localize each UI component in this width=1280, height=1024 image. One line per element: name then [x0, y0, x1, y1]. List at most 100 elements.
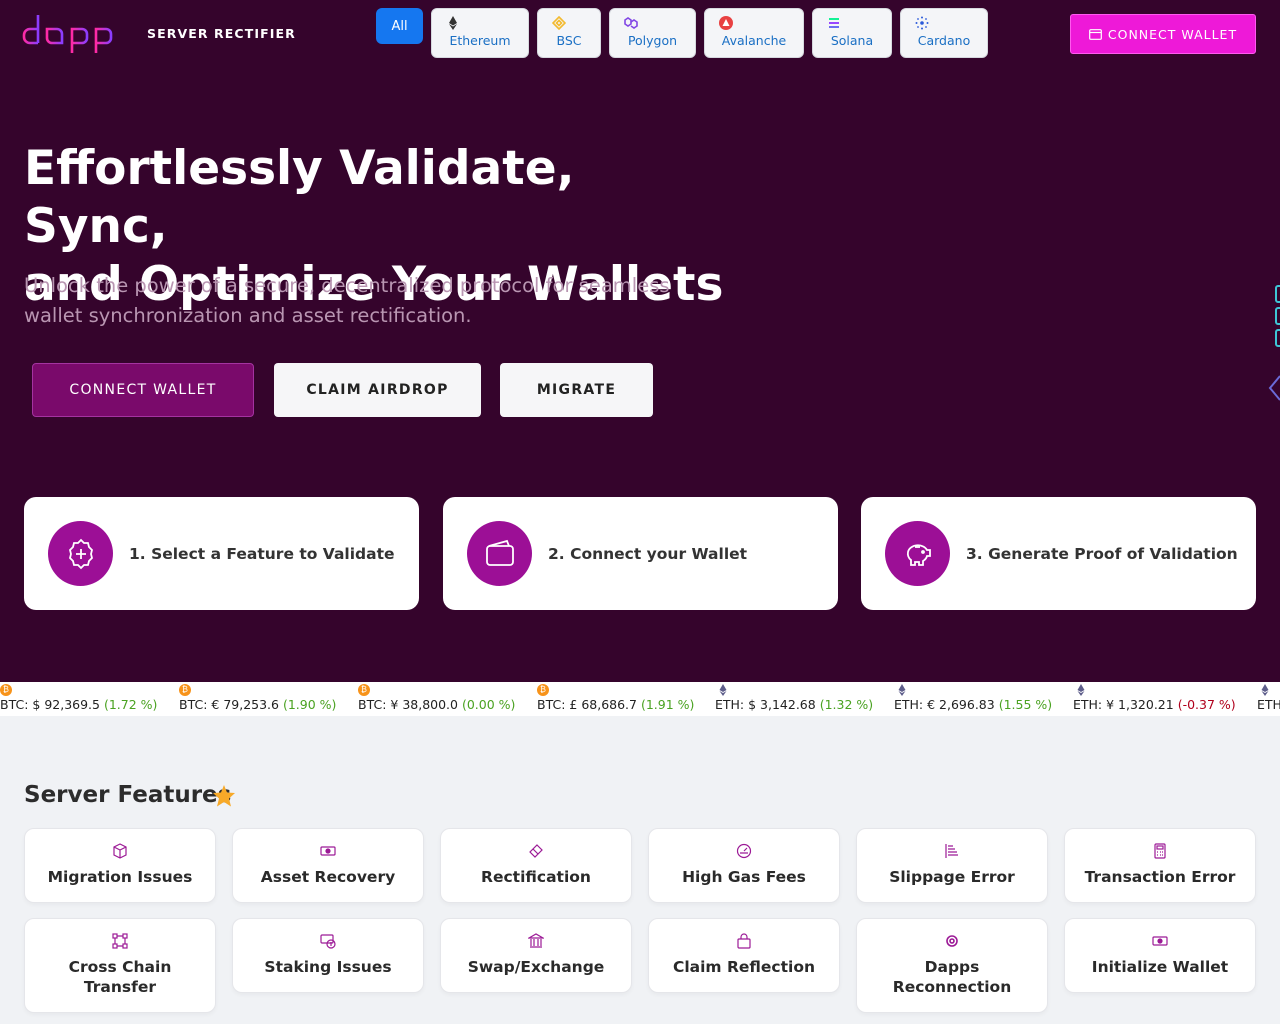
cash-icon [320, 846, 336, 856]
ethereum-icon [719, 684, 727, 696]
piggy-bank-icon [885, 521, 950, 586]
feature-rectification[interactable]: Rectification [440, 828, 632, 903]
ticker-text: BTC: € 79,253.6 [179, 697, 283, 712]
ticker-change: (-0.37 %) [1177, 697, 1236, 712]
polygon-icon [624, 17, 638, 29]
chain-tab-polygon[interactable]: Polygon [609, 8, 696, 58]
hero-section: SERVER RECTIFIER All Ethereum BSC Polygo… [0, 0, 1280, 682]
chain-tab-bsc[interactable]: BSC [537, 8, 601, 58]
bank-icon [528, 933, 544, 948]
box-icon [113, 843, 127, 859]
feature-label: Cross Chain Transfer [68, 958, 172, 996]
features-title: Server Features [24, 782, 232, 808]
bitcoin-icon: ₿ [537, 684, 549, 696]
feature-claim-reflection[interactable]: Claim Reflection [648, 918, 840, 993]
step-card-connect-wallet: 2. Connect your Wallet [443, 497, 838, 610]
brand-subtitle: SERVER RECTIFIER [147, 26, 296, 41]
hero-connect-wallet-button[interactable]: CONNECT WALLET [32, 363, 254, 417]
decorative-edge-graphic [1268, 285, 1280, 401]
speedometer-icon [736, 843, 752, 859]
ticker-change: (1.72 %) [103, 697, 158, 712]
feature-high-gas-fees[interactable]: High Gas Fees [648, 828, 840, 903]
step-card-generate-proof: 3. Generate Proof of Validation [861, 497, 1256, 610]
feature-dapps-reconnection[interactable]: Dapps Reconnection [856, 918, 1048, 1013]
ticker-change: (1.90 %) [282, 697, 337, 712]
star-icon [213, 785, 235, 807]
chain-tab-label: Avalanche [721, 33, 787, 48]
wallet-icon [1088, 28, 1102, 40]
wallet-icon [467, 521, 532, 586]
chain-tab-label: Ethereum [449, 33, 511, 48]
ticker-change: (1.32 %) [819, 697, 874, 712]
ethereum-icon [449, 16, 457, 30]
feature-label: Slippage Error [889, 868, 1015, 886]
ticker-text: ETH: € 2,696.83 [894, 697, 999, 712]
ticker-text: ETH: $ 3,142.68 [715, 697, 820, 712]
bag-icon [737, 933, 751, 949]
claim-airdrop-button[interactable]: CLAIM AIRDROP [274, 363, 481, 417]
ticker-text: BTC: £ 68,686.7 [537, 697, 641, 712]
gear-plus-icon [48, 521, 113, 586]
feature-initialize-wallet[interactable]: Initialize Wallet [1064, 918, 1256, 993]
feature-label: Rectification [481, 868, 591, 886]
bitcoin-icon: ₿ [179, 684, 191, 696]
chain-tab-all[interactable]: All [376, 8, 423, 44]
feature-migration-issues[interactable]: Migration Issues [24, 828, 216, 903]
step-label: 1. Select a Feature to Validate [129, 544, 395, 563]
avalanche-icon [719, 16, 733, 30]
chain-filter-tabs: All Ethereum BSC Polygon Avalanche Solan… [376, 8, 996, 58]
feature-swap-exchange[interactable]: Swap/Exchange [440, 918, 632, 993]
cardano-icon [915, 16, 929, 30]
hero-subtitle: Unlock the power of a secure, decentrali… [24, 274, 670, 327]
feature-label: Claim Reflection [672, 958, 816, 976]
feature-staking-issues[interactable]: Staking Issues [232, 918, 424, 993]
ticker-change: (0.00 %) [461, 697, 516, 712]
ticker-change: (1.55 %) [998, 697, 1053, 712]
price-ticker: ₿ BTC: $ 92,369.5 (1.72 %) ₿ BTC: € 79,2… [0, 682, 1280, 716]
bitcoin-icon: ₿ [358, 684, 370, 696]
calculator-icon [1154, 843, 1166, 859]
step-card-select-feature: 1. Select a Feature to Validate [24, 497, 419, 610]
step-label: 2. Connect your Wallet [548, 544, 748, 563]
feature-label: Swap/Exchange [467, 958, 605, 976]
chain-tab-cardano[interactable]: Cardano [900, 8, 988, 58]
ticker-text: ETH: ¥ 1,320.21 [1073, 697, 1178, 712]
header-connect-wallet-button[interactable]: CONNECT WALLET [1070, 14, 1256, 54]
chain-tab-label: Solana [830, 33, 874, 48]
nodes-icon [112, 933, 128, 949]
chain-tab-avalanche[interactable]: Avalanche [704, 8, 804, 58]
ticker-text: ETH [1257, 697, 1280, 712]
button-label: CONNECT WALLET [69, 382, 217, 398]
dapp-logo[interactable] [22, 12, 116, 56]
ticker-text: BTC: $ 92,369.5 [0, 697, 104, 712]
feature-label: High Gas Fees [682, 868, 806, 886]
eraser-icon [529, 844, 543, 858]
chain-tab-label: Cardano [917, 33, 971, 48]
coins-icon [320, 934, 336, 949]
feature-label: Dapps Reconnection [892, 958, 1012, 996]
chain-tab-label: All [391, 18, 408, 34]
connect-wallet-label: CONNECT WALLET [1107, 26, 1238, 42]
feature-asset-recovery[interactable]: Asset Recovery [232, 828, 424, 903]
ethereum-icon [898, 684, 906, 696]
feature-label: Transaction Error [1084, 868, 1236, 886]
hero-title-line-1: Effortlessly Validate, Sync, [24, 141, 575, 254]
feature-label: Migration Issues [47, 868, 193, 886]
chain-tab-label: BSC [556, 33, 582, 48]
feature-slippage-error[interactable]: Slippage Error [856, 828, 1048, 903]
migrate-button[interactable]: MIGRATE [500, 363, 653, 417]
feature-label: Asset Recovery [260, 868, 396, 886]
ticker-change: (1.91 %) [640, 697, 695, 712]
button-label: MIGRATE [536, 382, 617, 398]
feature-label: Initialize Wallet [1091, 958, 1229, 976]
chain-tab-ethereum[interactable]: Ethereum [431, 8, 529, 58]
button-label: CLAIM AIRDROP [306, 382, 449, 398]
step-label: 3. Generate Proof of Validation [966, 544, 1238, 563]
feature-transaction-error[interactable]: Transaction Error [1064, 828, 1256, 903]
feature-cross-chain-transfer[interactable]: Cross Chain Transfer [24, 918, 216, 1013]
feature-label: Staking Issues [264, 958, 392, 976]
chain-tab-label: Polygon [627, 33, 678, 48]
chain-tab-solana[interactable]: Solana [812, 8, 892, 58]
bsc-icon [552, 16, 566, 30]
ticker-text: BTC: ¥ 38,800.0 [358, 697, 462, 712]
